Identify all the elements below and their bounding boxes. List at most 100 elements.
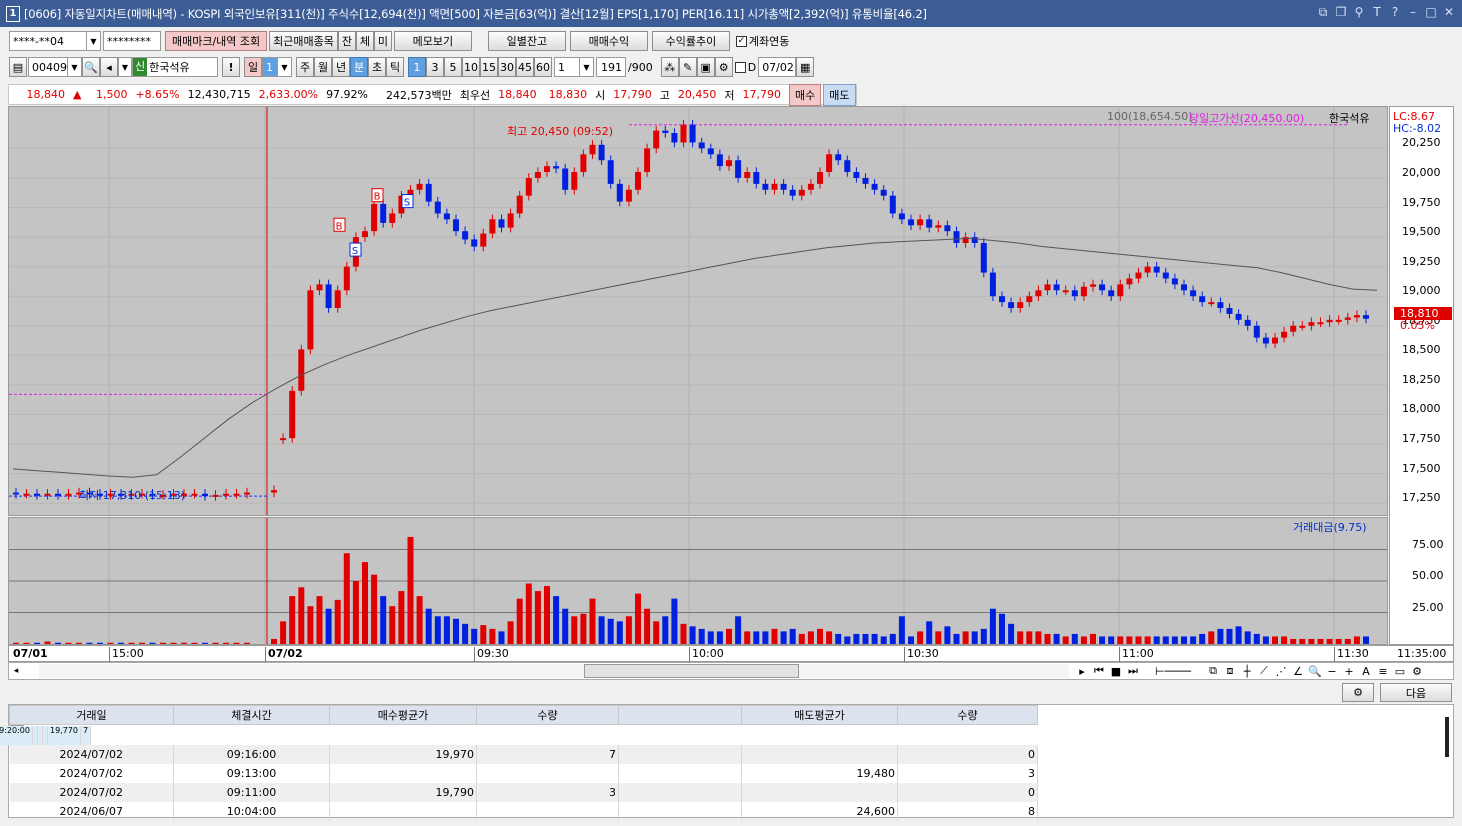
- memo-button[interactable]: 메모보기: [393, 31, 472, 51]
- minute-15[interactable]: 15: [480, 57, 498, 77]
- table-row[interactable]: 2024/07/0209:20:0019,7707: [0, 725, 92, 745]
- volume-bar: [1171, 636, 1178, 644]
- minute-1[interactable]: 1: [408, 57, 426, 77]
- period-year[interactable]: 년: [332, 57, 350, 77]
- table-settings-icon[interactable]: ⚙: [1342, 683, 1374, 702]
- zoom-slider[interactable]: ⊢────: [1143, 665, 1203, 678]
- chart-scrollbar[interactable]: ◂ ▸ ⏮ ■ ⏭ ⊢──── ⧉ ⧈ ┼ ⟋ ⋰ ∠ 🔍 − + A ≡ ▭ …: [8, 662, 1454, 680]
- pin-icon[interactable]: ⚲: [1352, 5, 1366, 19]
- account-input[interactable]: ****-**04: [9, 31, 87, 51]
- tool-settings-icon[interactable]: ⚙: [1410, 665, 1424, 678]
- return-trend-button[interactable]: 수익률추이: [651, 31, 730, 51]
- indicator-icon[interactable]: ⁂: [660, 57, 679, 77]
- count-dropdown-icon[interactable]: ▼: [580, 57, 594, 77]
- date-input[interactable]: 07/02: [758, 57, 797, 77]
- table-row[interactable]: 2024/07/02 09:11:00 19,790 3 0: [9, 783, 1038, 802]
- copy-window-icon[interactable]: ❐: [1334, 5, 1348, 19]
- buy-button[interactable]: 매수: [789, 83, 822, 106]
- period-num[interactable]: 1: [262, 57, 278, 77]
- period-second[interactable]: 초: [368, 57, 386, 77]
- balance-button[interactable]: 잔: [337, 31, 356, 51]
- scroll-thumb[interactable]: [584, 664, 799, 678]
- minute-30[interactable]: 30: [498, 57, 516, 77]
- tile-icon[interactable]: ⧉: [1316, 5, 1330, 19]
- crosshair-icon[interactable]: ┼: [1240, 665, 1254, 678]
- maximize-icon[interactable]: □: [1424, 5, 1438, 19]
- count-input[interactable]: 1: [554, 57, 580, 77]
- period-week[interactable]: 주: [296, 57, 314, 77]
- candle: [1181, 284, 1187, 291]
- volume-bar: [425, 608, 432, 644]
- table-row[interactable]: 2024/07/02 09:16:00 19,970 7 0: [9, 745, 1038, 764]
- range-input[interactable]: 191: [596, 57, 626, 77]
- fib-icon[interactable]: ⋰: [1274, 665, 1288, 678]
- alert-icon[interactable]: !: [222, 57, 240, 77]
- stop-icon[interactable]: ■: [1109, 665, 1123, 678]
- period-minute[interactable]: 분: [350, 57, 368, 77]
- minute-10[interactable]: 10: [462, 57, 480, 77]
- x-label: 10:30: [904, 647, 939, 662]
- account-dropdown-icon[interactable]: ▼: [87, 31, 101, 51]
- window-icon[interactable]: ▭: [1393, 665, 1407, 678]
- help-icon[interactable]: ?: [1388, 5, 1402, 19]
- stock-code-input[interactable]: 004090: [28, 57, 74, 77]
- table-row[interactable]: 2024/06/07 10:04:00 24,600 8: [9, 802, 1038, 821]
- minute-45[interactable]: 45: [516, 57, 534, 77]
- minute-5[interactable]: 5: [444, 57, 462, 77]
- table-scroll-thumb[interactable]: [1445, 717, 1449, 757]
- settings-icon[interactable]: ⚙: [714, 57, 733, 77]
- stock-search-icon[interactable]: ▤: [9, 57, 27, 77]
- angle-icon[interactable]: ∠: [1291, 665, 1305, 678]
- split-icon[interactable]: ⧈: [1223, 664, 1237, 678]
- scroll-track[interactable]: [39, 664, 1069, 678]
- account-link-checkbox[interactable]: ✓: [735, 35, 747, 47]
- layout-icon[interactable]: ⧉: [1206, 664, 1220, 678]
- stock-name-field[interactable]: 신 한국석유: [132, 57, 218, 77]
- close-icon[interactable]: ✕: [1442, 5, 1456, 19]
- trade-profit-button[interactable]: 매매수익: [569, 31, 648, 51]
- d-checkbox[interactable]: [734, 61, 746, 73]
- first-icon[interactable]: ⏮: [1092, 664, 1106, 678]
- menu-icon[interactable]: ≡: [1376, 665, 1390, 678]
- minute-60[interactable]: 60: [534, 57, 552, 77]
- speaker-dropdown-icon[interactable]: ▼: [118, 57, 132, 77]
- window-number-icon[interactable]: 1: [6, 5, 20, 22]
- text-icon[interactable]: A: [1359, 665, 1373, 678]
- scroll-right-icon[interactable]: ▸: [1075, 665, 1089, 678]
- zoom-icon[interactable]: 🔍: [1308, 665, 1322, 678]
- trendline-icon[interactable]: ⟋: [1257, 664, 1271, 678]
- last-icon[interactable]: ⏭: [1126, 664, 1140, 678]
- draw-tool-icon[interactable]: ✎: [678, 57, 697, 77]
- candle: [908, 219, 914, 226]
- period-tick[interactable]: 틱: [386, 57, 404, 77]
- daily-balance-button[interactable]: 일별잔고: [487, 31, 566, 51]
- executed-button[interactable]: 체: [355, 31, 374, 51]
- code-dropdown-icon[interactable]: ▼: [68, 57, 82, 77]
- plus-icon[interactable]: +: [1342, 665, 1356, 678]
- minute-3[interactable]: 3: [426, 57, 444, 77]
- password-input[interactable]: ********: [103, 31, 161, 51]
- minimize-icon[interactable]: –: [1406, 5, 1420, 19]
- next-button[interactable]: 다음: [1380, 683, 1452, 702]
- table-row[interactable]: 2024/07/02 09:13:00 19,480 3: [9, 764, 1038, 783]
- recent-stocks-button[interactable]: 최근매매종목: [269, 31, 338, 51]
- unexecuted-button[interactable]: 미: [373, 31, 392, 51]
- price-pane[interactable]: B B S S 100(18,654.50) 당일고가선(20,450.00) 한국석…: [8, 106, 1388, 516]
- sell-button[interactable]: 매도: [823, 83, 856, 106]
- max-note: 최고 20,450 (09:52): [507, 125, 614, 138]
- minus-icon[interactable]: −: [1325, 665, 1339, 678]
- volume-bar: [953, 633, 960, 644]
- search-icon[interactable]: 🔍: [82, 57, 100, 77]
- font-size-icon[interactable]: T: [1370, 5, 1384, 19]
- volume-pane[interactable]: 거래대금(9.75): [8, 517, 1388, 645]
- calendar-icon[interactable]: ▦: [796, 57, 815, 77]
- period-num-dropdown[interactable]: ▼: [278, 57, 292, 77]
- low-price: 17,790: [742, 88, 782, 101]
- save-icon[interactable]: ▣: [696, 57, 715, 77]
- speaker-icon[interactable]: ◂: [100, 57, 118, 77]
- period-month[interactable]: 월: [314, 57, 332, 77]
- period-day[interactable]: 일: [244, 57, 262, 77]
- mark-query-button[interactable]: 매매마크/내역 조회: [165, 31, 268, 51]
- chart-area[interactable]: B B S S 100(18,654.50) 당일고가선(20,450.00) 한국석…: [8, 106, 1454, 662]
- scroll-left-icon[interactable]: ◂: [9, 666, 23, 676]
